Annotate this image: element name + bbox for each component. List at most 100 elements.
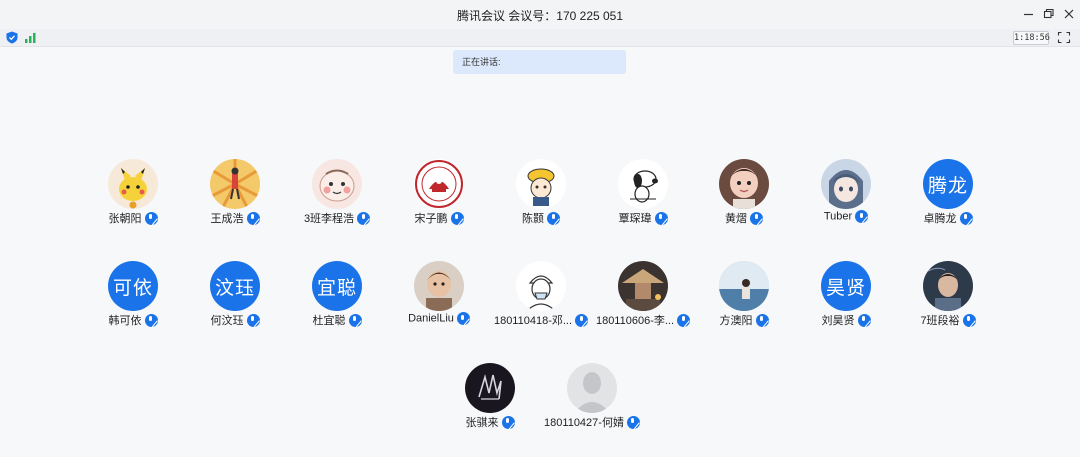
straw-hat-avatar	[618, 261, 668, 311]
participant-label: 刘昊贤	[791, 312, 901, 328]
participant-tile[interactable]: 腾龙 卓腾龙	[893, 159, 1003, 229]
participant-tile[interactable]: 王成浩	[180, 159, 290, 229]
meeting-timer: 1:18:56	[1013, 31, 1050, 45]
pikachu-avatar	[108, 159, 158, 209]
participant-tile[interactable]: 陈颢	[486, 159, 596, 229]
mic-icon	[575, 313, 589, 327]
mic-icon	[456, 312, 470, 325]
participant-tile[interactable]: Tuber	[791, 159, 901, 229]
restore-icon[interactable]	[1041, 6, 1057, 22]
participant-tile[interactable]: 180110606-李...	[588, 261, 698, 331]
mic-icon	[547, 211, 560, 225]
sea-photo-avatar	[719, 261, 769, 311]
participant-name: 方澳阳	[719, 315, 753, 327]
baby-photo-avatar	[719, 159, 769, 209]
mic-icon	[626, 415, 640, 429]
participant-tile[interactable]: DanielLiu	[384, 261, 494, 331]
participant-tile[interactable]: 可依 韩可依	[78, 261, 188, 331]
participant-label: 3班李程浩	[282, 210, 392, 226]
participant-label: 黄熠	[689, 210, 799, 226]
mic-icon	[755, 313, 769, 327]
mic-icon	[962, 313, 976, 327]
participant-label: 180110418-邓...	[486, 312, 596, 328]
signal-icon[interactable]	[24, 31, 38, 44]
participant-name: 张朝阳	[108, 213, 142, 225]
mic-icon	[348, 313, 362, 327]
text-avatar: 宜聪	[312, 261, 362, 311]
participant-label: 宋子鹏	[384, 210, 494, 226]
participant-label: 张骐来	[435, 414, 545, 430]
minimize-icon[interactable]	[1021, 6, 1037, 22]
participant-name: 7班段裕	[920, 315, 960, 327]
dark-art-avatar	[465, 363, 515, 413]
status-toolbar: 1:18:56	[0, 29, 1080, 47]
participant-name: 180110606-李...	[595, 315, 675, 327]
participant-label: 180110427-何婧	[537, 414, 647, 430]
participant-name: 180110418-邓...	[493, 315, 573, 327]
participant-name: 黄熠	[725, 213, 747, 225]
close-icon[interactable]	[1061, 6, 1077, 22]
participant-name: 180110427-何婧	[544, 417, 624, 429]
anime-avatar	[821, 159, 871, 209]
participant-tile[interactable]: 方澳阳	[689, 261, 799, 331]
mic-icon	[144, 211, 158, 225]
title-bar: 腾讯会议 会议号：170 225 051	[0, 0, 1080, 30]
participant-name: 陈颢	[522, 213, 544, 225]
participant-name: 韩可依	[108, 315, 142, 327]
sketch-avatar	[516, 261, 566, 311]
mic-icon	[501, 415, 515, 429]
window-title: 腾讯会议 会议号：170 225 051	[456, 9, 624, 23]
participant-tile[interactable]: 宋子鹏	[384, 159, 494, 229]
participant-label: 180110606-李...	[588, 312, 698, 328]
participant-label: 何汶珏	[180, 312, 290, 328]
participant-name: 宋子鹏	[414, 213, 448, 225]
participant-label: 陈颢	[486, 210, 596, 226]
participant-tile[interactable]: 180110427-何婧	[537, 363, 647, 433]
participant-label: 7班段裕	[893, 312, 1003, 328]
participant-label: 杜宜聪	[282, 312, 392, 328]
participant-label: 韩可依	[78, 312, 188, 328]
mic-icon	[450, 211, 464, 225]
participant-name: DanielLiu	[408, 312, 454, 325]
participant-tile[interactable]: 7班段裕	[893, 261, 1003, 331]
mic-icon	[144, 313, 158, 327]
participant-name: 张骐来	[465, 417, 499, 429]
participant-tile[interactable]: 张朝阳	[78, 159, 188, 229]
participant-name: 覃琛瑋	[618, 213, 652, 225]
participant-tile[interactable]: 180110418-邓...	[486, 261, 596, 331]
participant-label: DanielLiu	[384, 312, 494, 325]
default-person-avatar	[567, 363, 617, 413]
participant-label: 方澳阳	[689, 312, 799, 328]
mic-icon	[750, 211, 763, 225]
text-avatar: 可依	[108, 261, 158, 311]
participant-label: 卓腾龙	[893, 210, 1003, 226]
participant-tile[interactable]: 3班李程浩	[282, 159, 392, 229]
participant-tile[interactable]: 昊贤 刘昊贤	[791, 261, 901, 331]
text-avatar: 昊贤	[821, 261, 871, 311]
participant-label: 覃琛瑋	[588, 210, 698, 226]
participant-name: Tuber	[823, 210, 853, 223]
shield-icon[interactable]	[5, 31, 19, 44]
fullscreen-icon[interactable]	[1057, 31, 1071, 44]
participant-label: 张朝阳	[78, 210, 188, 226]
participant-name: 王成浩	[210, 213, 244, 225]
participant-name: 3班李程浩	[303, 213, 355, 225]
mic-icon	[357, 211, 371, 225]
participant-tile[interactable]: 汶珏 何汶珏	[180, 261, 290, 331]
participant-tile[interactable]: 张骐来	[435, 363, 545, 433]
participant-name: 卓腾龙	[923, 213, 957, 225]
mic-icon	[857, 313, 871, 327]
participant-name: 何汶珏	[210, 315, 244, 327]
participant-tile[interactable]: 宜聪 杜宜聪	[282, 261, 392, 331]
participant-tile[interactable]: 黄熠	[689, 159, 799, 229]
portrait-avatar	[923, 261, 973, 311]
participant-tile[interactable]: 覃琛瑋	[588, 159, 698, 229]
participant-label: Tuber	[791, 210, 901, 223]
yellow-hat-avatar	[516, 159, 566, 209]
mic-icon	[246, 211, 260, 225]
mic-icon	[959, 211, 973, 225]
child-photo-avatar	[414, 261, 464, 311]
mic-icon	[855, 210, 869, 223]
participant-name: 杜宜聪	[312, 315, 346, 327]
snoopy-avatar	[618, 159, 668, 209]
